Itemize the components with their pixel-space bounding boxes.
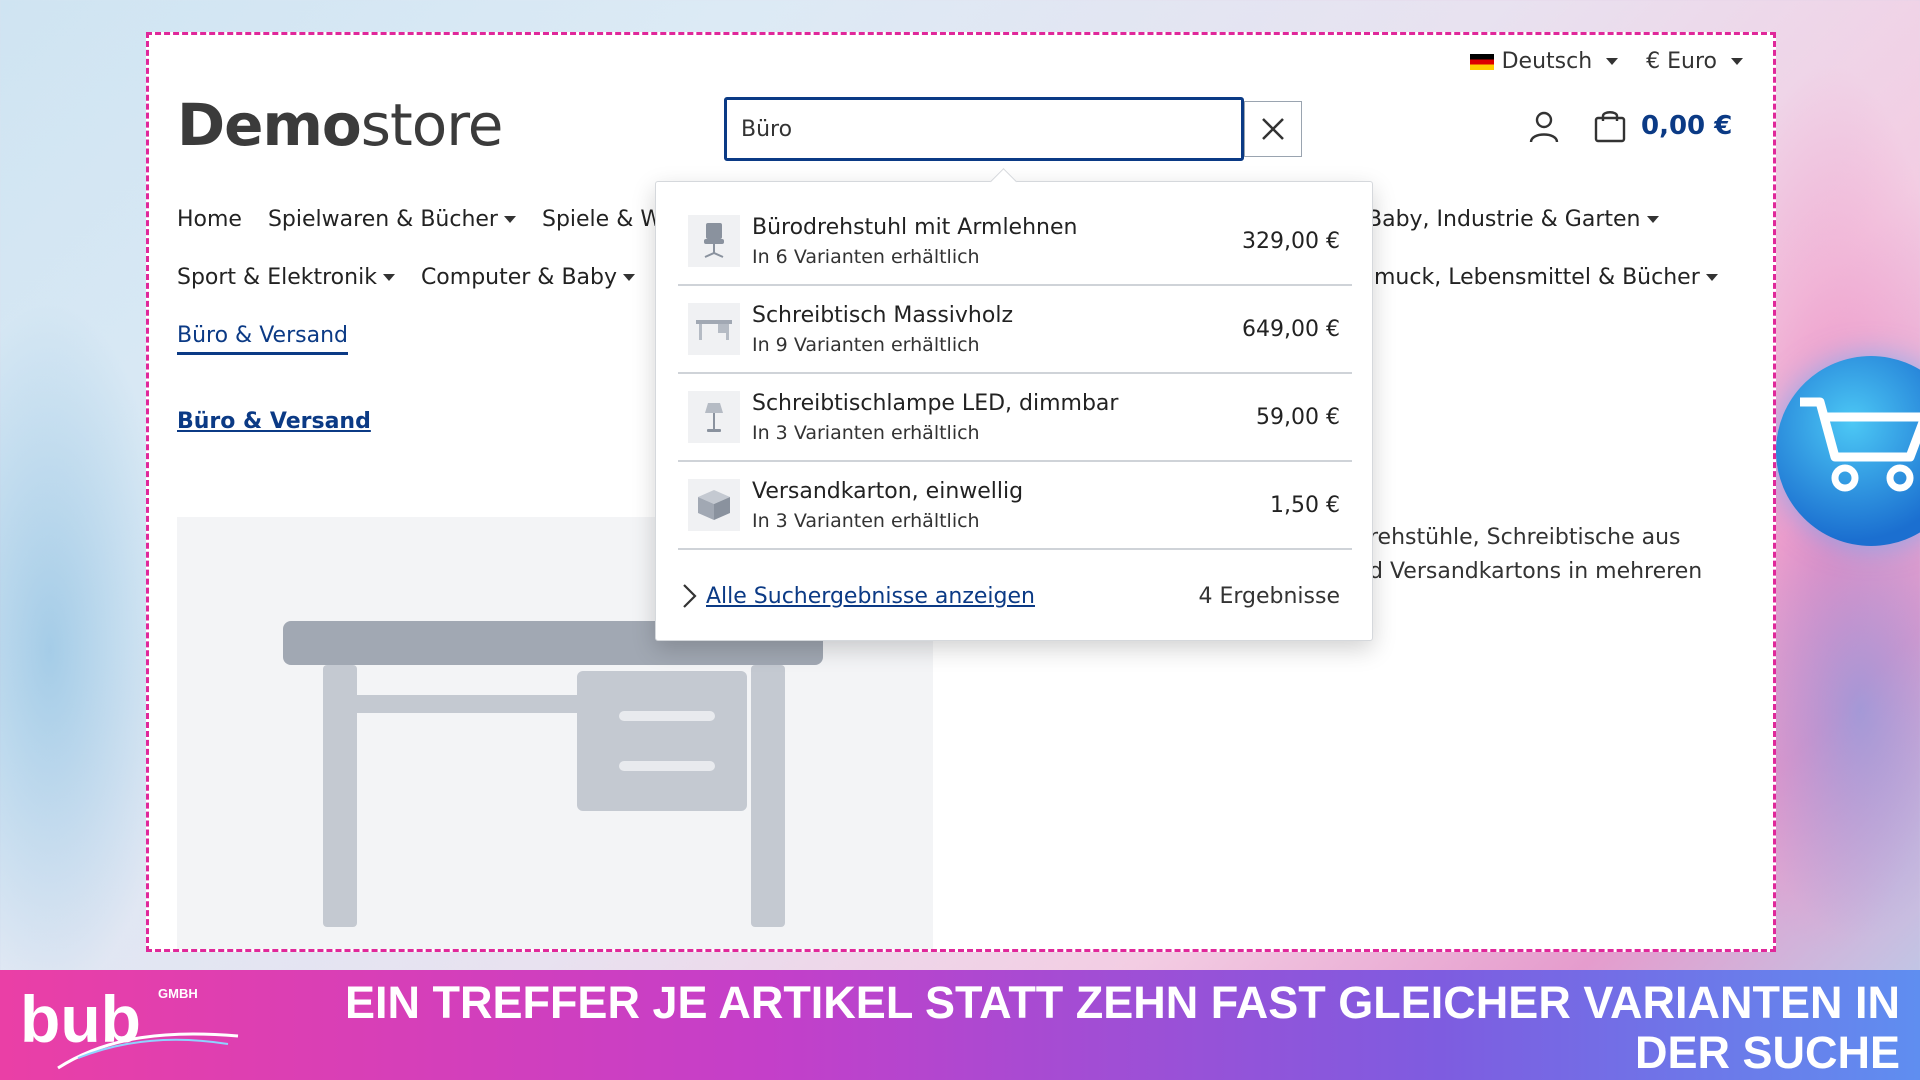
- shop-page-frame: Deutsch € Euro Demostore 0,00 € Home Spi…: [146, 32, 1776, 952]
- nav-label: Spielwaren & Bücher: [267, 207, 498, 232]
- language-selector[interactable]: Deutsch: [1469, 49, 1619, 74]
- nav-label: muck, Lebensmittel & Bücher: [1374, 265, 1700, 290]
- chevron-down-icon: [1646, 216, 1659, 223]
- suggestion-price: 329,00 €: [1242, 228, 1340, 254]
- chevron-down-icon: [1705, 274, 1718, 281]
- search-suggestions-dropdown: Bürodrehstuhl mit Armlehnen In 6 Variant…: [655, 181, 1373, 641]
- logo-bold-text: Demo: [177, 91, 362, 159]
- desk-icon: [696, 320, 732, 340]
- nav-item-baby-industrie-garten[interactable]: Baby, Industrie & Garten: [1367, 207, 1659, 232]
- suggestion-name: Versandkarton, einwellig: [752, 478, 1024, 504]
- suggestions-footer: Alle Suchergebnisse anzeigen 4 Ergebniss…: [678, 566, 1352, 626]
- account-button[interactable]: [1529, 111, 1559, 147]
- main-nav-row-2: Sport & Elektronik Computer & Baby: [177, 265, 636, 290]
- cart-total: 0,00 €: [1641, 111, 1733, 141]
- suggestion-item[interactable]: Schreibtisch Massivholz In 9 Varianten e…: [678, 286, 1352, 374]
- cart-button[interactable]: 0,00 €: [1593, 109, 1732, 143]
- description-line: d Versandkartons in mehreren: [1369, 559, 1703, 584]
- nav-label: Spiele & W: [541, 207, 663, 232]
- category-description: rehstühle, Schreibtische aus d Versandka…: [1369, 521, 1769, 589]
- suggestion-item[interactable]: Versandkarton, einwellig In 3 Varianten …: [678, 462, 1352, 550]
- shopping-cart-icon: [1800, 397, 1920, 492]
- suggestion-name: Schreibtisch Massivholz: [752, 302, 1013, 328]
- category-title-link[interactable]: Büro & Versand: [177, 409, 371, 434]
- logo-light-text: store: [360, 91, 504, 159]
- description-line: rehstühle, Schreibtische aus: [1369, 525, 1681, 550]
- search-input[interactable]: [724, 97, 1244, 161]
- shopping-bag-icon: [1594, 111, 1626, 143]
- suggestion-item[interactable]: Bürodrehstuhl mit Armlehnen In 6 Variant…: [678, 198, 1352, 286]
- product-thumbnail: [688, 303, 740, 355]
- suggestion-price: 649,00 €: [1242, 316, 1340, 342]
- nav-item-schmuck-lebensmittel-buecher[interactable]: muck, Lebensmittel & Bücher: [1374, 265, 1718, 290]
- logo-suffix: GMBH: [158, 986, 198, 1001]
- nav-item-sport-elektronik[interactable]: Sport & Elektronik: [177, 265, 395, 290]
- company-logo: bub GMBH: [18, 978, 248, 1078]
- caption-headline: Ein Treffer je Artikel statt zehn fast g…: [344, 977, 1900, 1078]
- suggestion-name: Schreibtischlampe LED, dimmbar: [752, 390, 1119, 416]
- nav-label: Baby, Industrie & Garten: [1367, 207, 1641, 232]
- show-all-results-link[interactable]: Alle Suchergebnisse anzeigen: [706, 584, 1035, 609]
- chevron-down-icon: [503, 216, 516, 223]
- user-icon: [1529, 111, 1559, 143]
- top-bar: Deutsch € Euro: [1469, 49, 1743, 74]
- chevron-down-icon: [1606, 58, 1619, 65]
- currency-selector[interactable]: € Euro: [1646, 49, 1743, 74]
- lamp-icon: [705, 403, 723, 432]
- results-count: 4 Ergebnisse: [1198, 583, 1340, 609]
- suggestion-item[interactable]: Schreibtischlampe LED, dimmbar In 3 Vari…: [678, 374, 1352, 462]
- product-thumbnail: [688, 391, 740, 443]
- chevron-right-icon: [683, 584, 697, 608]
- language-label: Deutsch: [1501, 49, 1593, 74]
- store-logo[interactable]: Demostore: [177, 91, 504, 159]
- chevron-down-icon: [382, 274, 395, 281]
- currency-label: € Euro: [1646, 49, 1717, 74]
- close-icon: [1262, 118, 1284, 140]
- chevron-down-icon: [1731, 58, 1743, 65]
- nav-label: Computer & Baby: [420, 265, 618, 290]
- main-nav-row-1: Home Spielwaren & Bücher Spiele & W: [177, 207, 662, 232]
- nav-item-computer-baby[interactable]: Computer & Baby: [420, 265, 636, 290]
- suggestion-variants: In 9 Varianten erhältlich: [752, 333, 980, 356]
- nav-label: Home: [177, 207, 242, 232]
- caption-banner: bub GMBH Ein Treffer je Artikel statt ze…: [0, 970, 1920, 1080]
- nav-item-spielwaren-buecher[interactable]: Spielwaren & Bücher: [268, 207, 516, 232]
- search-clear-button[interactable]: [1244, 101, 1302, 157]
- suggestion-price: 1,50 €: [1270, 492, 1340, 518]
- chevron-down-icon: [623, 274, 636, 281]
- suggestion-variants: In 6 Varianten erhältlich: [752, 245, 980, 268]
- chair-icon: [704, 223, 724, 258]
- product-thumbnail: [688, 215, 740, 267]
- german-flag-icon: [1469, 53, 1494, 70]
- nav-item-buero-versand-active[interactable]: Büro & Versand: [177, 323, 348, 355]
- suggestion-variants: In 3 Varianten erhältlich: [752, 509, 980, 532]
- suggestion-variants: In 3 Varianten erhältlich: [752, 421, 980, 444]
- nav-item-home[interactable]: Home: [177, 207, 242, 232]
- suggestion-name: Bürodrehstuhl mit Armlehnen: [752, 214, 1078, 240]
- suggestion-price: 59,00 €: [1256, 404, 1340, 430]
- product-thumbnail: [688, 479, 740, 531]
- nav-label: Sport & Elektronik: [177, 265, 377, 290]
- nav-item-spiele[interactable]: Spiele & W: [542, 207, 662, 232]
- box-icon: [698, 490, 730, 520]
